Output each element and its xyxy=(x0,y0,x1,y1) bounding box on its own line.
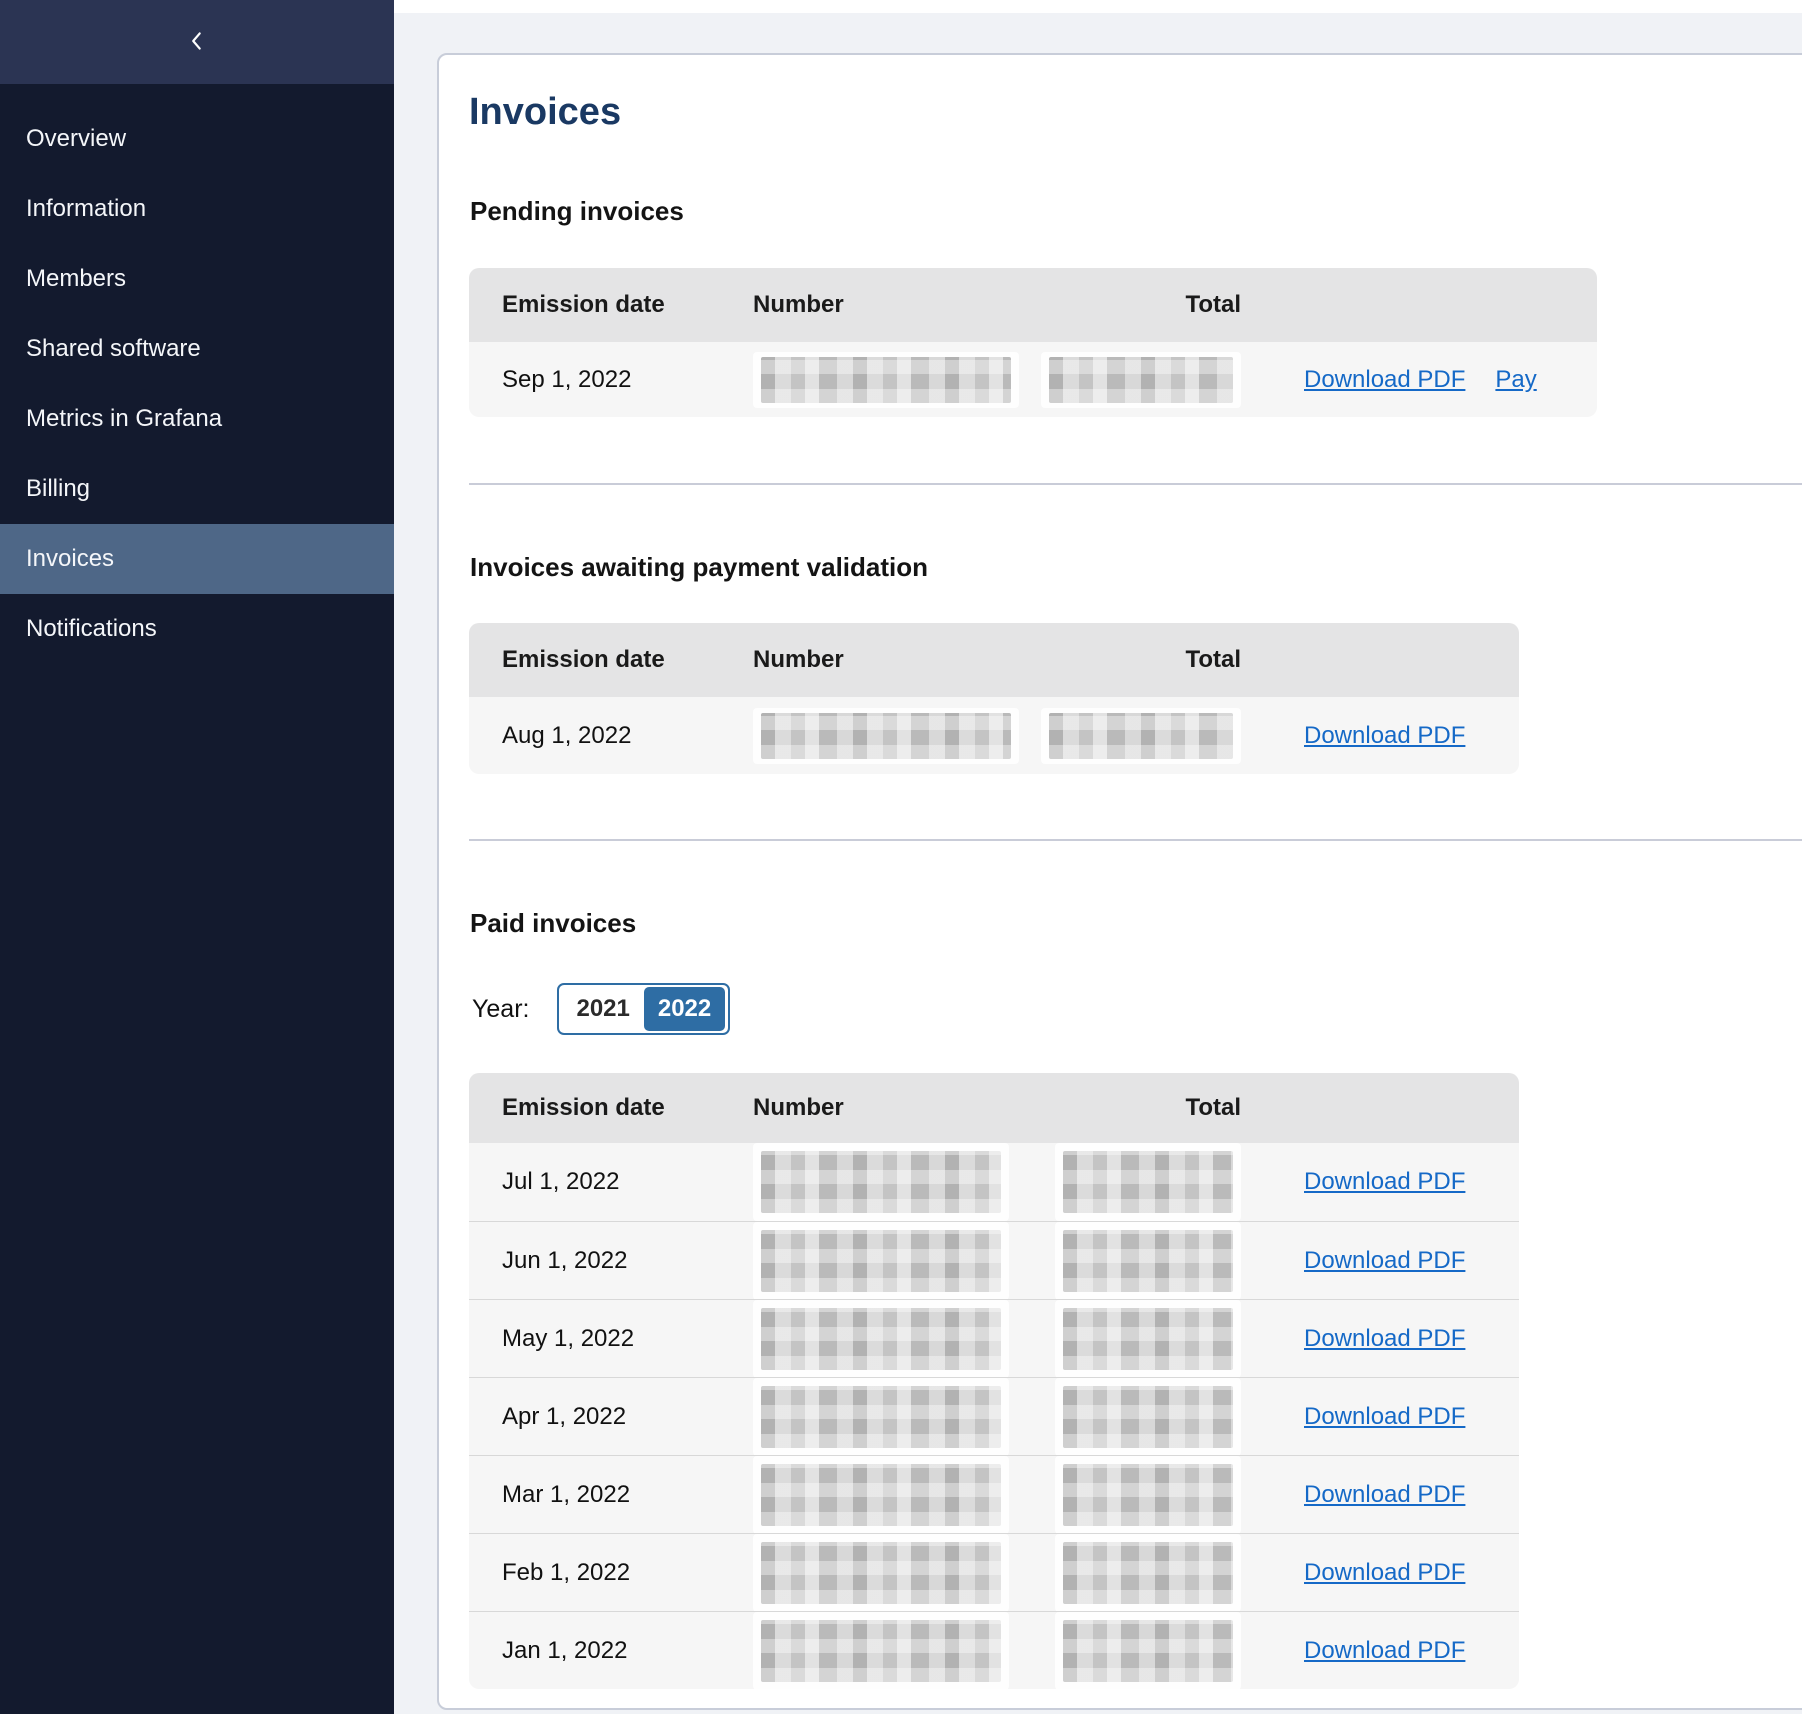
download-pdf-link[interactable]: Download PDF xyxy=(1304,1403,1465,1431)
invoice-date: Jul 1, 2022 xyxy=(502,1168,753,1196)
column-header-total: Total xyxy=(1057,1094,1241,1122)
sidebar-item-metrics-in-grafana[interactable]: Metrics in Grafana xyxy=(0,384,394,454)
redacted-invoice-number xyxy=(761,1230,1001,1292)
redacted-invoice-total xyxy=(1063,1542,1233,1604)
redacted-invoice-total xyxy=(1063,1620,1233,1682)
top-strip xyxy=(394,0,1802,13)
redacted-invoice-number xyxy=(761,1620,1001,1682)
redacted-invoice-number xyxy=(761,1464,1001,1526)
year-label: Year: xyxy=(472,995,529,1024)
sidebar-item-notifications[interactable]: Notifications xyxy=(0,594,394,664)
redacted-invoice-number xyxy=(761,1151,1001,1213)
pay-link[interactable]: Pay xyxy=(1495,366,1536,394)
page-title: Invoices xyxy=(469,91,621,134)
awaiting-invoices-table: Emission date Number Total Aug 1, 2022 D… xyxy=(469,623,1519,774)
sidebar-nav: Overview Information Members Shared soft… xyxy=(0,84,394,664)
invoice-date: Feb 1, 2022 xyxy=(502,1559,753,1587)
redacted-invoice-total xyxy=(1063,1386,1233,1448)
column-header-number: Number xyxy=(753,646,1057,674)
sidebar-item-members[interactable]: Members xyxy=(0,244,394,314)
redacted-invoice-total xyxy=(1049,713,1233,759)
invoice-date: May 1, 2022 xyxy=(502,1325,753,1353)
sidebar-item-overview[interactable]: Overview xyxy=(0,104,394,174)
table-header-row: Emission date Number Total xyxy=(469,623,1519,697)
awaiting-validation-heading: Invoices awaiting payment validation xyxy=(470,552,928,583)
redacted-invoice-number xyxy=(761,713,1011,759)
table-row: Aug 1, 2022 Download PDF xyxy=(469,697,1519,774)
pending-invoices-table: Emission date Number Total Sep 1, 2022 D… xyxy=(469,268,1597,417)
download-pdf-link[interactable]: Download PDF xyxy=(1304,722,1465,750)
column-header-emission-date: Emission date xyxy=(502,646,753,674)
redacted-invoice-total xyxy=(1049,357,1233,403)
sidebar-item-billing[interactable]: Billing xyxy=(0,454,394,524)
sidebar: Overview Information Members Shared soft… xyxy=(0,0,394,1714)
sidebar-item-shared-software[interactable]: Shared software xyxy=(0,314,394,384)
year-filter: Year: 2021 2022 xyxy=(472,981,730,1037)
paid-invoices-heading: Paid invoices xyxy=(470,908,636,939)
redacted-invoice-number xyxy=(761,357,1011,403)
redacted-invoice-total xyxy=(1063,1151,1233,1213)
table-row: Jun 1, 2022 Download PDF xyxy=(469,1221,1519,1299)
table-row: Mar 1, 2022 Download PDF xyxy=(469,1455,1519,1533)
table-row: Feb 1, 2022 Download PDF xyxy=(469,1533,1519,1611)
sidebar-collapse-button[interactable] xyxy=(175,20,219,64)
download-pdf-link[interactable]: Download PDF xyxy=(1304,1168,1465,1196)
table-header-row: Emission date Number Total xyxy=(469,1073,1519,1143)
year-option-2022[interactable]: 2022 xyxy=(644,987,725,1031)
download-pdf-link[interactable]: Download PDF xyxy=(1304,366,1465,394)
year-option-2021[interactable]: 2021 xyxy=(562,987,643,1031)
section-divider xyxy=(469,483,1802,485)
download-pdf-link[interactable]: Download PDF xyxy=(1304,1325,1465,1353)
download-pdf-link[interactable]: Download PDF xyxy=(1304,1481,1465,1509)
invoice-date: Jun 1, 2022 xyxy=(502,1247,753,1275)
table-row: Apr 1, 2022 Download PDF xyxy=(469,1377,1519,1455)
column-header-emission-date: Emission date xyxy=(502,291,753,319)
sidebar-header xyxy=(0,0,394,84)
redacted-invoice-total xyxy=(1063,1308,1233,1370)
invoice-date: Aug 1, 2022 xyxy=(502,722,753,750)
table-row: Jan 1, 2022 Download PDF xyxy=(469,1611,1519,1689)
redacted-invoice-total xyxy=(1063,1464,1233,1526)
main-area: Invoices Pending invoices Emission date … xyxy=(394,0,1802,1714)
column-header-total: Total xyxy=(1057,646,1241,674)
invoices-card: Invoices Pending invoices Emission date … xyxy=(437,53,1802,1710)
table-row: Sep 1, 2022 Download PDF Pay xyxy=(469,342,1597,417)
invoice-date: Sep 1, 2022 xyxy=(502,366,753,394)
invoice-date: Jan 1, 2022 xyxy=(502,1637,753,1665)
column-header-number: Number xyxy=(753,1094,1057,1122)
sidebar-item-information[interactable]: Information xyxy=(0,174,394,244)
section-divider xyxy=(469,839,1802,841)
download-pdf-link[interactable]: Download PDF xyxy=(1304,1247,1465,1275)
table-row: May 1, 2022 Download PDF xyxy=(469,1299,1519,1377)
redacted-invoice-number xyxy=(761,1386,1001,1448)
invoice-date: Mar 1, 2022 xyxy=(502,1481,753,1509)
chevron-left-icon xyxy=(184,28,210,57)
pending-invoices-heading: Pending invoices xyxy=(470,196,684,227)
download-pdf-link[interactable]: Download PDF xyxy=(1304,1559,1465,1587)
column-header-emission-date: Emission date xyxy=(502,1094,753,1122)
redacted-invoice-total xyxy=(1063,1230,1233,1292)
table-row: Jul 1, 2022 Download PDF xyxy=(469,1143,1519,1221)
year-toggle: 2021 2022 xyxy=(557,983,730,1035)
sidebar-item-invoices[interactable]: Invoices xyxy=(0,524,394,594)
paid-invoices-table: Emission date Number Total Jul 1, 2022 D… xyxy=(469,1073,1519,1689)
invoice-date: Apr 1, 2022 xyxy=(502,1403,753,1431)
column-header-total: Total xyxy=(1057,291,1241,319)
column-header-number: Number xyxy=(753,291,1057,319)
redacted-invoice-number xyxy=(761,1308,1001,1370)
redacted-invoice-number xyxy=(761,1542,1001,1604)
table-header-row: Emission date Number Total xyxy=(469,268,1597,342)
download-pdf-link[interactable]: Download PDF xyxy=(1304,1637,1465,1665)
